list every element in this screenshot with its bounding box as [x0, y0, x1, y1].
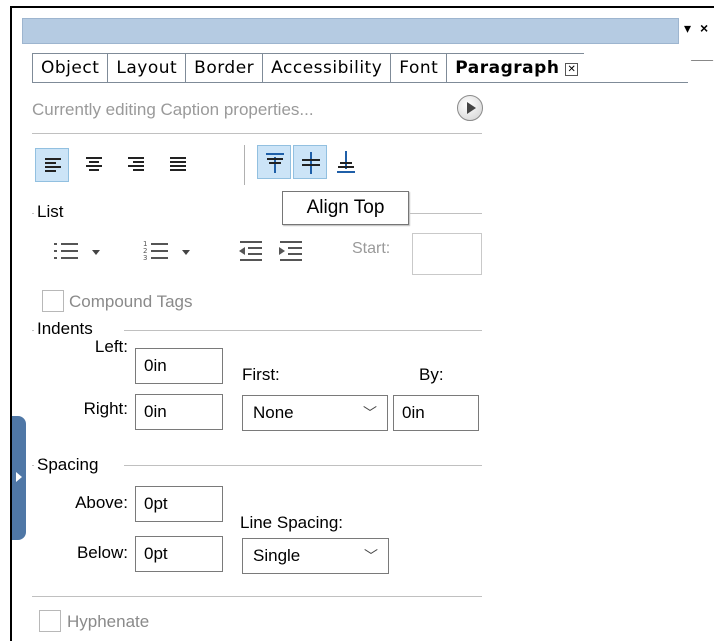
chevron-down-icon: ﹀ [363, 405, 377, 421]
right-indent-input[interactable]: 0in [135, 394, 223, 430]
increase-indent-icon[interactable] [276, 236, 306, 266]
toolbar-separator [244, 145, 245, 185]
align-center-button[interactable] [77, 148, 111, 182]
compound-tags-label: Compound Tags [69, 292, 193, 311]
above-spacing-label: Above: [75, 493, 128, 512]
compound-tags-checkbox[interactable] [42, 290, 64, 312]
justify-icon [170, 157, 186, 171]
indents-group-label: Indents [34, 319, 96, 339]
first-indent-select-value: None [253, 403, 294, 422]
right-indent-label: Right: [83, 399, 128, 418]
tab-border[interactable]: Border [185, 53, 263, 83]
decrease-indent-icon[interactable] [236, 236, 266, 266]
tab-paragraph-label: Paragraph [455, 58, 560, 78]
align-center-icon [86, 157, 102, 171]
list-group-label: List [34, 202, 67, 222]
align-right-icon [128, 157, 144, 171]
spacing-group-line-right [124, 465, 482, 466]
tab-object[interactable]: Object [32, 53, 108, 83]
panel-menu-dropdown-icon[interactable]: ▾ [684, 18, 691, 38]
tab-list-menu-icon[interactable] [678, 60, 714, 82]
line-spacing-select[interactable]: Single ﹀ [242, 538, 389, 574]
align-right-button[interactable] [119, 148, 153, 182]
align-middle-icon [302, 152, 320, 174]
align-bottom-icon [337, 151, 355, 173]
divider [32, 596, 482, 597]
titlebar-bar[interactable] [22, 18, 679, 44]
hyphenate-label: Hyphenate [67, 612, 150, 631]
justify-button[interactable] [161, 148, 195, 182]
list-group-line-right [410, 213, 482, 214]
collapsed-side-panel-tab[interactable] [12, 416, 26, 540]
above-spacing-input[interactable]: 0pt [135, 486, 223, 522]
bullet-list-icon[interactable] [52, 236, 142, 266]
properties-panel: ▾ × Object Layout Border Accessibility F… [10, 6, 714, 641]
left-indent-input[interactable]: 0in [135, 348, 223, 384]
panel-close-icon[interactable]: × [700, 18, 708, 38]
tab-accessibility[interactable]: Accessibility [262, 53, 391, 83]
indents-group-line-right [124, 330, 482, 331]
by-label: By: [419, 365, 444, 384]
below-spacing-label: Below: [76, 543, 128, 562]
tooltip: Align Top [282, 191, 409, 225]
tab-close-icon[interactable]: ✕ [565, 63, 579, 76]
hyphenate-checkbox[interactable] [39, 610, 61, 632]
first-indent-select[interactable]: None ﹀ [242, 395, 388, 431]
line-spacing-select-value: Single [253, 546, 301, 565]
tab-layout[interactable]: Layout [107, 53, 186, 83]
by-input[interactable]: 0in [393, 395, 479, 431]
line-spacing-label: Line Spacing: [240, 513, 344, 532]
spacing-group-label: Spacing [34, 455, 102, 475]
divider [32, 133, 482, 134]
left-indent-label: Left: [94, 337, 128, 356]
align-middle-button[interactable] [293, 145, 327, 179]
numbered-list-icon[interactable]: 123 [142, 236, 232, 266]
chevron-down-icon: ﹀ [364, 548, 378, 564]
tab-strip-baseline [32, 82, 688, 83]
play-icon[interactable] [457, 95, 483, 121]
tab-strip: Object Layout Border Accessibility Font … [32, 53, 585, 83]
below-spacing-input[interactable]: 0pt [135, 536, 223, 572]
align-left-icon [45, 158, 61, 172]
align-top-button[interactable] [257, 145, 291, 179]
status-text: Currently editing Caption properties... [32, 100, 314, 119]
first-indent-label: First: [242, 365, 280, 384]
tab-font[interactable]: Font [390, 53, 447, 83]
start-input[interactable] [412, 233, 482, 275]
panel-titlebar[interactable]: ▾ × [12, 8, 714, 44]
align-left-button[interactable] [35, 148, 69, 182]
start-label: Start: [352, 240, 391, 257]
align-top-icon [266, 153, 284, 173]
align-bottom-button[interactable] [329, 145, 363, 179]
svg-text:3: 3 [143, 254, 147, 262]
tab-paragraph[interactable]: Paragraph ✕ [446, 53, 585, 83]
